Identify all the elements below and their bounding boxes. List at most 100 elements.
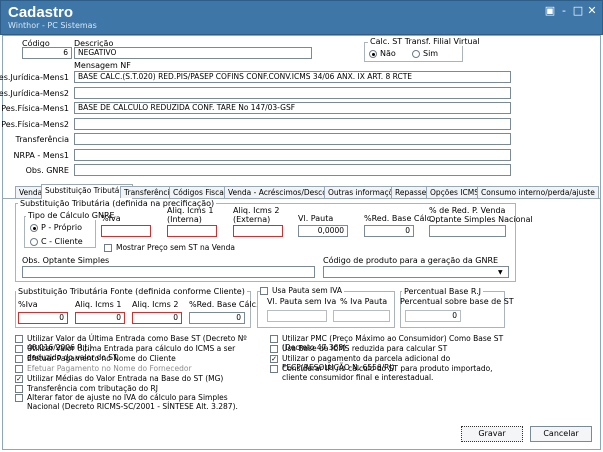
aliq2-label: Aliq. Icms 2 (Externa) — [233, 206, 280, 224]
radio-sim-indicator[interactable] — [412, 49, 420, 58]
checks_left-box[interactable] — [15, 385, 23, 393]
checks_right-label: Considerar IPI no cálculo do ST para pro… — [282, 364, 493, 382]
mensagem-row-field[interactable] — [74, 87, 511, 99]
fonte-red-field[interactable]: 0 — [189, 312, 245, 324]
aliq1-label: Aliq. Icms 1 (Interna) — [167, 206, 214, 224]
maximize-button[interactable]: □ — [571, 4, 585, 18]
fonte-aliq1-label: Aliq. Icms 1 — [75, 300, 122, 309]
iva-label: %Iva — [101, 214, 121, 223]
pauta-iva-checkbox[interactable]: Usa Pauta sem IVA — [260, 286, 345, 295]
mensagem-row-label: Pes.Jurídica-Mens1 — [0, 73, 69, 82]
radio-cliente-indicator[interactable] — [30, 237, 38, 246]
fonte-aliq1-field[interactable]: 0 — [75, 312, 125, 324]
red-pvenda-field[interactable] — [429, 225, 506, 237]
checks_left-label: Efetuar Pagamento no Nome do Cliente — [27, 354, 176, 363]
checks_left-checkbox[interactable]: Alterar fator de ajuste no IVA do cálcul… — [15, 393, 260, 411]
checks_right-box[interactable] — [270, 335, 278, 343]
radio-proprio[interactable]: P - Próprio — [30, 223, 82, 232]
radio-nao-indicator[interactable] — [369, 49, 377, 58]
red-base-field[interactable]: 0 — [364, 225, 414, 237]
codigo-gnre-select[interactable] — [323, 266, 509, 278]
checks_left-checkbox[interactable]: ✓ Utilizar Médias do Valor Entrada na Bas… — [15, 374, 260, 383]
mensagem-row-label: Pes.Física-Mens2 — [1, 120, 69, 129]
radio-proprio-label: P - Próprio — [41, 223, 82, 232]
restore-icon[interactable]: ▣ — [543, 4, 557, 18]
minimize-button[interactable]: - — [557, 4, 571, 18]
radio-nao[interactable]: Não — [369, 49, 396, 58]
checks_right-checkbox[interactable]: Usa Base de ICMS reduzida para calcular … — [270, 344, 520, 353]
checks_right-box[interactable] — [270, 345, 278, 353]
chevron-down-icon[interactable]: ▼ — [498, 269, 503, 276]
checks_left-checkbox[interactable]: Efetuar Pagamento no Nome do Fornecedor — [15, 364, 260, 373]
gravar-button[interactable]: Gravar — [461, 426, 523, 442]
mostrar-preco-box[interactable] — [104, 244, 112, 252]
mensagem-row-field[interactable] — [74, 133, 511, 145]
obs-optante-field[interactable] — [22, 266, 315, 278]
pauta-field[interactable]: 0,0000 — [298, 225, 348, 237]
perc-base-title: Percentual Base R.J — [402, 287, 484, 296]
mensagem-row-field[interactable] — [74, 118, 511, 130]
checks_left-box[interactable] — [15, 365, 23, 373]
mensagem-row-label: Pes.Jurídica-Mens2 — [0, 89, 69, 98]
checks_left-label: Alterar fator de ajuste no IVA do cálcul… — [27, 393, 238, 411]
mensagem-title: Mensagem NF — [74, 61, 131, 70]
cancelar-button[interactable]: Cancelar — [530, 426, 592, 442]
checks_left-label: Efetuar Pagamento no Nome do Fornecedor — [27, 364, 192, 373]
descricao-field[interactable]: NEGATIVO — [74, 47, 312, 59]
pauta-iva-title: Usa Pauta sem IVA — [272, 286, 343, 295]
mensagem-row-field[interactable]: BASE DE CALCULO REDUZIDA CONF. TARE No 1… — [74, 102, 511, 114]
perc-base-label: Percentual sobre base de ST — [400, 297, 514, 306]
perc-base-field[interactable]: 0 — [405, 310, 461, 322]
radio-sim[interactable]: Sim — [412, 49, 438, 58]
fonte-iva-field[interactable]: 0 — [18, 312, 68, 324]
mostrar-preco-label: Mostrar Preço sem ST na Venda — [116, 243, 236, 252]
mensagem-row-field[interactable] — [74, 164, 511, 176]
checks_left-box[interactable] — [15, 345, 23, 353]
mostrar-preco-checkbox[interactable]: Mostrar Preço sem ST na Venda — [104, 243, 235, 252]
aliq1-field[interactable] — [167, 225, 217, 237]
tab-8[interactable]: Consumo interno/perda/ajuste — [477, 186, 599, 198]
fonte-iva-label: %Iva — [18, 300, 38, 309]
checks_left-label: Transferência com tributação do RJ — [27, 384, 158, 393]
pauta-iva-box[interactable] — [260, 287, 268, 295]
radio-sim-label: Sim — [423, 49, 439, 58]
codigo-field[interactable]: 6 — [22, 47, 72, 59]
checks_right-checkbox[interactable]: Considerar IPI no cálculo do ST para pro… — [270, 364, 520, 382]
checks_left-checkbox[interactable]: Transferência com tributação do RJ — [15, 384, 260, 393]
checks_right-box[interactable]: ✓ — [270, 355, 278, 363]
fonte-title: Substituição Tributária Fonte (definida … — [16, 287, 247, 296]
checks_left-box[interactable] — [15, 355, 23, 363]
checks_right-box[interactable] — [270, 365, 278, 373]
radio-cliente[interactable]: C - Cliente — [30, 237, 83, 246]
vl-pauta-sem-iva-field[interactable] — [267, 310, 327, 322]
tab-7[interactable]: Opções ICMS — [426, 186, 483, 198]
red-base-label: %Red. Base Cálc. — [364, 214, 434, 223]
obs-optante-label: Obs. Optante Simples — [22, 256, 110, 265]
radio-proprio-indicator[interactable] — [30, 223, 38, 232]
mensagem-row-field[interactable] — [74, 149, 511, 161]
tab-6[interactable]: Repasse — [391, 186, 431, 198]
close-button[interactable]: ✕ — [585, 4, 599, 18]
codigo-gnre-label: Código de produto para a geração da GNRE — [323, 256, 499, 265]
calc-st-label: Calc. ST Transf. Filial Virtual — [368, 37, 482, 46]
vl-pauta-sem-iva-label: Vl. Pauta sem Iva — [267, 297, 337, 306]
checks_left-box[interactable]: ✓ — [15, 375, 23, 383]
red-pvenda-label: % de Red. P. Venda Optante Simples Nacio… — [429, 206, 533, 224]
mensagem-row-label: Transferência — [15, 135, 69, 144]
mensagem-row-label: NRPA - Mens1 — [13, 151, 69, 160]
checks_right-label: Usa Base de ICMS reduzida para calcular … — [282, 344, 448, 353]
checks_left-box[interactable] — [15, 394, 23, 402]
fonte-red-label: %Red. Base Cálc. — [189, 300, 259, 309]
checks_left-checkbox[interactable]: Efetuar Pagamento no Nome do Cliente — [15, 354, 260, 363]
checks_left-box[interactable] — [15, 335, 23, 343]
fonte-aliq2-field[interactable]: 0 — [132, 312, 182, 324]
aliq2-field[interactable] — [233, 225, 283, 237]
window-title: Cadastro — [8, 4, 74, 21]
radio-nao-label: Não — [380, 49, 396, 58]
fonte-aliq2-label: Aliq. Icms 2 — [132, 300, 179, 309]
mensagem-row-label: Pes.Física-Mens1 — [1, 104, 69, 113]
iva-field[interactable] — [101, 225, 151, 237]
iva-pauta-field[interactable] — [333, 310, 390, 322]
mensagem-row-label: Obs. GNRE — [25, 166, 69, 175]
mensagem-row-field[interactable]: BASE CALC.(S.T.020) RED.PIS/PASEP COFINS… — [74, 71, 511, 83]
